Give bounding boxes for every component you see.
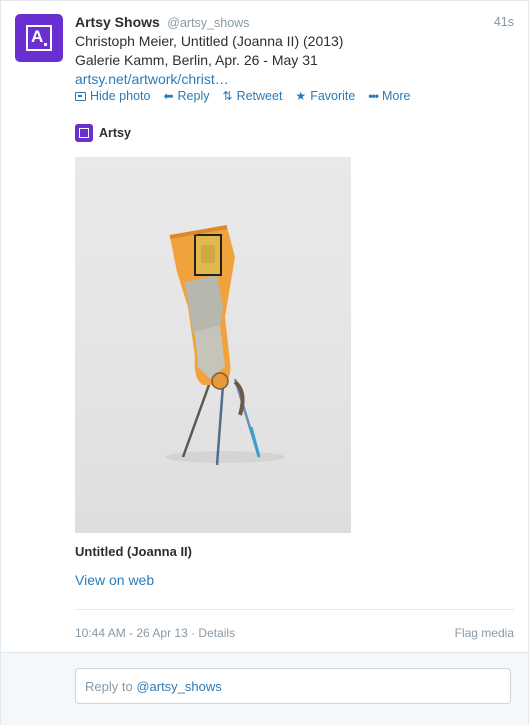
divider: [75, 609, 514, 610]
meta-separator: ·: [187, 626, 199, 640]
hide-photo-label: Hide photo: [90, 89, 151, 103]
tweet-header: Artsy Shows @artsy_shows 41s: [75, 14, 514, 32]
reply-input[interactable]: Reply to @artsy_shows: [75, 668, 511, 704]
view-on-web-link[interactable]: View on web: [75, 572, 154, 588]
favorite-label: Favorite: [310, 89, 356, 103]
artsy-brand-icon: [75, 124, 93, 142]
author-avatar[interactable]: A: [15, 14, 63, 62]
hide-photo-button[interactable]: Hide photo: [75, 89, 150, 103]
tweet-link[interactable]: artsy.net/artwork/christ…: [75, 70, 495, 89]
tweet-text: Christoph Meier, Untitled (Joanna II) (2…: [75, 32, 495, 89]
artsy-logo-icon: A: [26, 25, 52, 51]
reply-handle: @artsy_shows: [136, 679, 222, 694]
card-brand[interactable]: Artsy: [75, 124, 131, 142]
reply-arrow-icon: ⬅: [163, 89, 174, 103]
tweet-time[interactable]: 41s: [494, 15, 514, 29]
star-icon: ★: [295, 89, 307, 103]
tweet-timestamp[interactable]: 10:44 AM - 26 Apr 13: [75, 626, 188, 640]
artwork-photo[interactable]: [75, 157, 351, 533]
reply-button[interactable]: ⬅ Reply: [163, 89, 209, 103]
author-name[interactable]: Artsy Shows: [75, 14, 160, 30]
reply-prefix: Reply to: [85, 679, 137, 694]
artwork-title: Untitled (Joanna II): [75, 544, 192, 559]
tweet-meta: 10:44 AM - 26 Apr 13 · Details: [75, 626, 235, 640]
author-handle[interactable]: @artsy_shows: [167, 16, 249, 30]
retweet-label: Retweet: [236, 89, 283, 103]
retweet-button[interactable]: ⇅ Retweet: [223, 89, 283, 103]
tweet-actions: Hide photo ⬅ Reply ⇅ Retweet ★ Favorite …: [75, 88, 423, 104]
ellipsis-icon: •••: [368, 89, 379, 103]
details-link[interactable]: Details: [198, 626, 235, 640]
tweet-text-line-2: Galerie Kamm, Berlin, Apr. 26 - May 31: [75, 52, 318, 68]
retweet-icon: ⇅: [222, 89, 233, 103]
reply-label: Reply: [177, 89, 210, 103]
favorite-button[interactable]: ★ Favorite: [295, 89, 355, 103]
more-button[interactable]: ••• More: [368, 89, 410, 103]
flag-media-link[interactable]: Flag media: [455, 626, 514, 640]
sculpture-illustration: [165, 225, 285, 466]
card-brand-name: Artsy: [99, 126, 131, 140]
tweet-text-line-1: Christoph Meier, Untitled (Joanna II) (2…: [75, 33, 344, 49]
photo-icon: [75, 91, 86, 101]
more-label: More: [381, 89, 411, 103]
